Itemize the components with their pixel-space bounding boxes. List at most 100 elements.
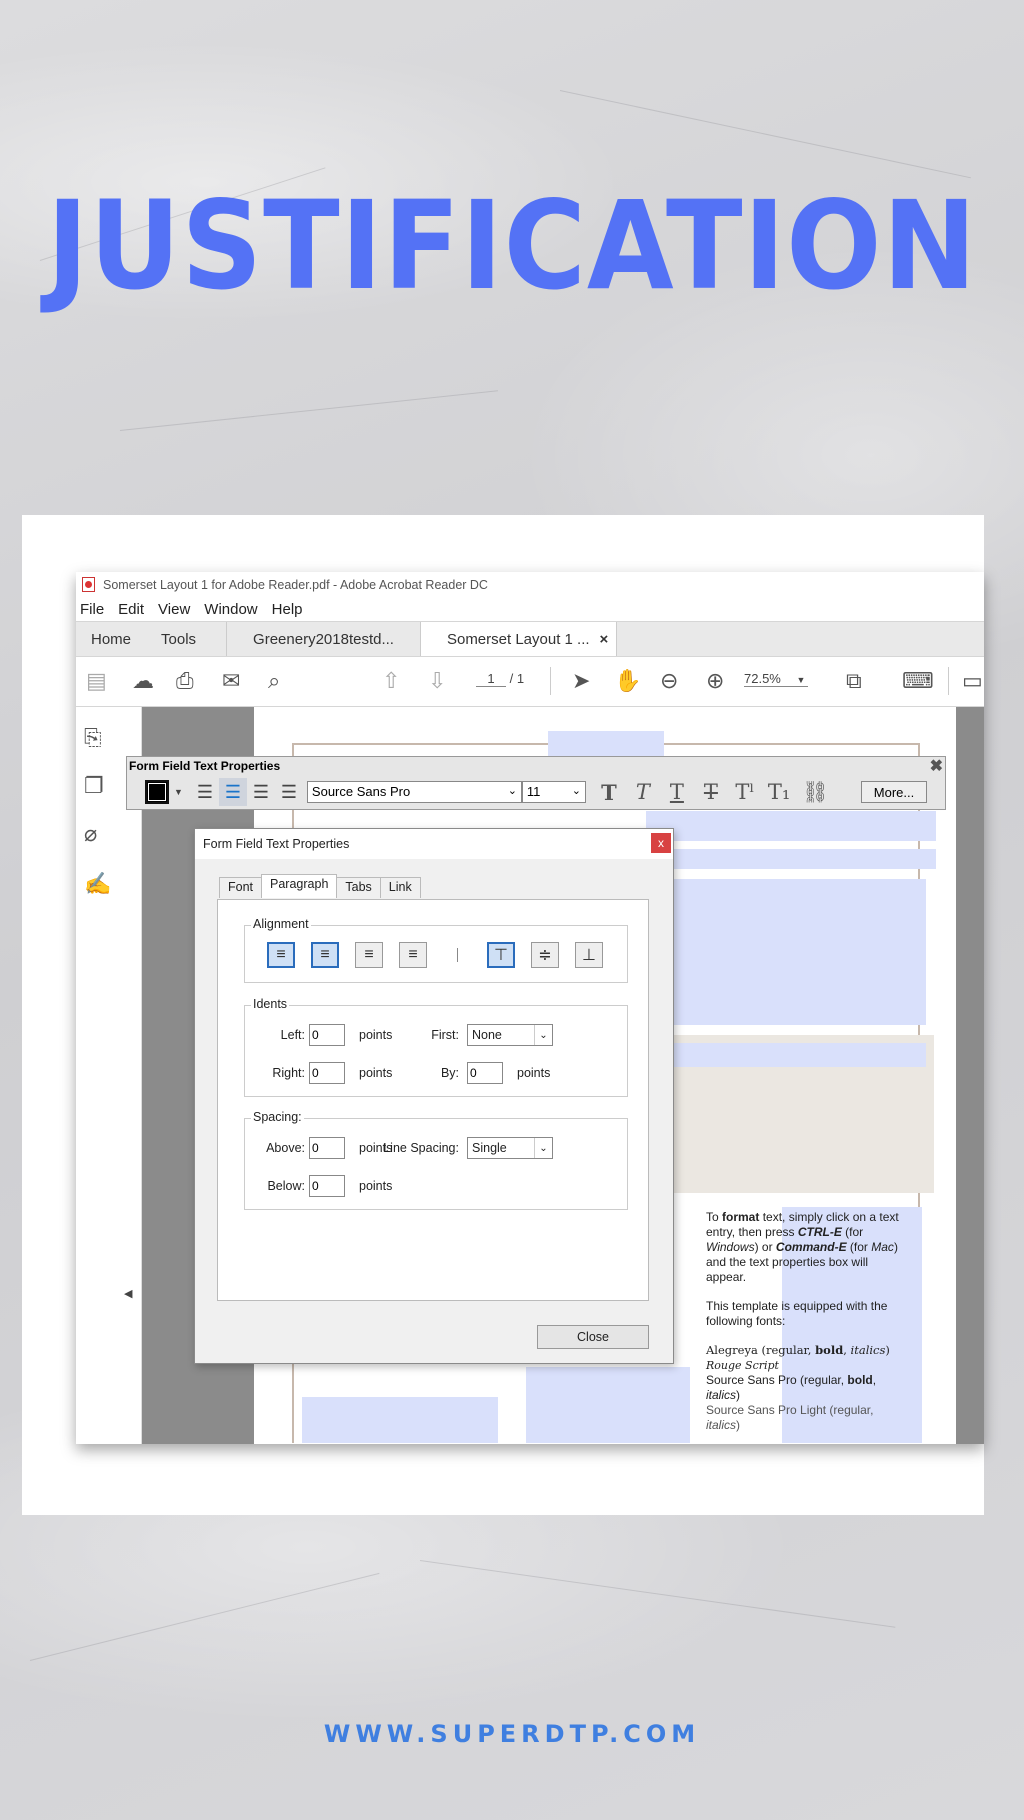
tab-document-greenery[interactable]: Greenery2018testd... [226, 622, 420, 656]
tab-bar: Home Tools Greenery2018testd... Somerset… [76, 621, 984, 657]
window-titlebar: Somerset Layout 1 for Adobe Reader.pdf -… [76, 572, 984, 597]
form-field[interactable] [526, 1367, 690, 1443]
signature-icon[interactable]: ✍ [84, 871, 111, 897]
underline-icon[interactable]: T [666, 780, 688, 804]
print-icon[interactable]: ⎙ [176, 669, 194, 693]
menu-edit[interactable]: Edit [118, 601, 144, 618]
strikethrough-icon[interactable]: T [700, 780, 722, 804]
search-zoom-icon[interactable]: ⌕ [268, 669, 280, 693]
align-right-icon[interactable]: ☰ [247, 778, 275, 806]
above-spacing-input[interactable] [309, 1137, 345, 1159]
tab-font[interactable]: Font [219, 877, 263, 898]
font-size-select[interactable]: 11 ⌄ [521, 781, 586, 803]
align-center-button[interactable]: ≡ [311, 942, 339, 968]
form-field-text-properties-dialog: Form Field Text Properties x Font Paragr… [194, 828, 674, 1364]
align-right-button[interactable]: ≡ [355, 942, 383, 968]
tab-home[interactable]: Home [76, 622, 146, 656]
menu-help[interactable]: Help [272, 601, 303, 618]
below-spacing-input[interactable] [309, 1175, 345, 1197]
align-top-button[interactable]: ⊤ [487, 942, 515, 968]
comment-icon[interactable]: ▭ [962, 669, 983, 693]
menu-window[interactable]: Window [204, 601, 257, 618]
chevron-down-icon[interactable]: ▼ [174, 787, 183, 797]
text-toolbar-controls: ▼ ☰ ☰ ☰ ☰ Source Sans Pro ⌄ 11 ⌄ T T T T… [145, 777, 927, 807]
chevron-down-icon: ⌄ [507, 785, 517, 797]
right-indent-input[interactable] [309, 1062, 345, 1084]
tab-paragraph[interactable]: Paragraph [261, 874, 338, 898]
close-icon[interactable]: x [651, 833, 671, 853]
right-indent-label: Right: [272, 1066, 305, 1080]
font-family-value: Source Sans Pro [311, 784, 411, 799]
menu-view[interactable]: View [158, 601, 190, 618]
page-fit-icon[interactable]: ⧉ [846, 669, 862, 693]
form-field[interactable] [646, 849, 936, 869]
align-left-icon[interactable]: ☰ [191, 778, 219, 806]
left-indent-label: Left: [280, 1028, 305, 1042]
line-spacing-value: Single [472, 1141, 507, 1155]
first-indent-select[interactable]: None ⌄ [467, 1024, 553, 1046]
upload-cloud-icon[interactable]: ☁ [132, 669, 154, 693]
chevron-down-icon: ▼ [796, 675, 806, 685]
dialog-tabs: Font Paragraph Tabs Link [219, 874, 421, 898]
form-field[interactable] [672, 879, 926, 1025]
left-sidebar: ⎘ ❐ ⌀ ✍ ◀ [76, 707, 142, 1444]
tab-tools[interactable]: Tools [146, 622, 226, 656]
marble-vein [29, 1572, 380, 1661]
below-spacing-label: Below: [267, 1179, 305, 1193]
format-instructions: To format text, simply click on a text e… [706, 1210, 899, 1284]
form-field[interactable] [672, 1043, 926, 1067]
justify-button[interactable]: ≡ [399, 942, 427, 968]
save-icon[interactable]: ▤ [86, 669, 107, 693]
next-page-icon[interactable]: ⇩ [428, 669, 446, 693]
zoom-in-icon[interactable]: ⊕ [706, 669, 724, 693]
collapse-panel-icon[interactable]: ◀ [124, 1287, 132, 1300]
align-bottom-button[interactable]: ⊥ [575, 942, 603, 968]
alignment-caption: Alignment [251, 917, 311, 931]
marble-vein [419, 1560, 896, 1628]
line-spacing-select[interactable]: Single ⌄ [467, 1137, 553, 1159]
canvas-margin-right [956, 707, 984, 1444]
email-icon[interactable]: ✉ [222, 669, 240, 693]
superscript-icon[interactable]: Tˡ [734, 780, 756, 804]
tab-link[interactable]: Link [379, 877, 421, 898]
more-button[interactable]: More... [861, 781, 927, 803]
text-color-swatch[interactable] [145, 780, 169, 804]
zoom-level-select[interactable]: 72.5% ▼ [744, 671, 808, 687]
attachment-icon[interactable]: ⌀ [84, 821, 97, 847]
page-total: / 1 [509, 671, 525, 686]
zoom-out-icon[interactable]: ⊖ [660, 669, 678, 693]
font-source-sans-pro: Source Sans Pro (regular, bold, italics) [706, 1373, 877, 1402]
tab-document-somerset[interactable]: Somerset Layout 1 ... × [419, 622, 618, 656]
link-icon[interactable]: ⛓ [802, 780, 829, 805]
align-center-icon[interactable]: ☰ [218, 778, 247, 806]
by-indent-input[interactable] [467, 1062, 503, 1084]
align-left-button[interactable]: ≡ [267, 942, 295, 968]
tab-tabs[interactable]: Tabs [336, 877, 381, 898]
export-pdf-icon[interactable]: ⎘ [84, 725, 102, 751]
footer-url[interactable]: WWW.SUPERDTP.COM [0, 1720, 1024, 1748]
marble-vein [559, 90, 971, 179]
left-indent-input[interactable] [309, 1024, 345, 1046]
page-number-input[interactable]: 1 [476, 671, 506, 687]
zoom-level: 72.5% [744, 671, 781, 686]
select-cursor-icon[interactable]: ➤ [572, 669, 590, 693]
italic-icon[interactable]: T [632, 780, 654, 804]
hand-tool-icon[interactable]: ✋ [614, 669, 641, 693]
subscript-icon[interactable]: T₁ [768, 780, 790, 804]
close-button[interactable]: Close [537, 1325, 649, 1349]
bold-icon[interactable]: T [598, 780, 620, 805]
font-family-select[interactable]: Source Sans Pro ⌄ [306, 781, 522, 803]
marble-vein [119, 390, 498, 431]
menu-file[interactable]: File [80, 601, 104, 618]
spacing-caption: Spacing: [251, 1110, 304, 1124]
pages-icon[interactable]: ❐ [84, 773, 104, 799]
form-field[interactable] [302, 1397, 498, 1443]
align-middle-button[interactable]: ≑ [531, 942, 559, 968]
form-field[interactable] [646, 811, 936, 841]
toolbar-divider [948, 667, 949, 695]
close-tab-icon[interactable]: × [600, 631, 609, 648]
justify-icon[interactable]: ☰ [275, 778, 303, 806]
close-icon[interactable]: ✖ [930, 756, 943, 776]
previous-page-icon[interactable]: ⇧ [382, 669, 400, 693]
keyboard-scroll-icon[interactable]: ⌨ [902, 669, 934, 693]
